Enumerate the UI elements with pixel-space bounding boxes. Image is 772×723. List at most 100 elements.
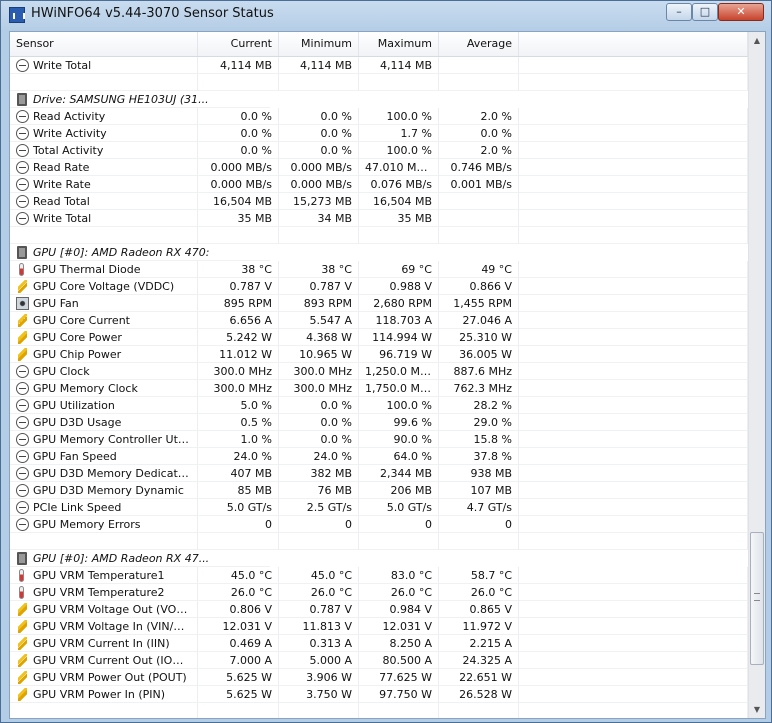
- sensor-row[interactable]: GPU Memory Errors 0 0 0 0: [10, 516, 748, 533]
- sensor-row[interactable]: Read Rate 0.000 MB/s 0.000 MB/s 47.010 MB/s…: [10, 159, 748, 176]
- close-button[interactable]: ✕: [718, 3, 764, 21]
- sensor-name: GPU VRM Temperature2: [10, 584, 198, 601]
- sensor-name: GPU VRM Temperature1: [10, 567, 198, 584]
- sensor-row[interactable]: GPU Chip Power 11.012 W 10.965 W 96.719 W 36…: [10, 346, 748, 363]
- sensor-row[interactable]: GPU VRM Voltage Out (VOUT/V... 0.806 V 0.7…: [10, 601, 748, 618]
- average-value: 29.0 %: [439, 414, 519, 431]
- sensor-row[interactable]: GPU VRM Temperature1 45.0 °C 45.0 °C 83.0 °…: [10, 567, 748, 584]
- sensor-group-row[interactable]: GPU [#0]: AMD Radeon RX 470:: [10, 244, 748, 261]
- minimum-value: 2.5 GT/s: [279, 499, 359, 516]
- sensor-row[interactable]: GPU Core Voltage (VDDC) 0.787 V 0.787 V 0.9…: [10, 278, 748, 295]
- column-header-sensor[interactable]: Sensor: [10, 32, 198, 56]
- sensor-row[interactable]: GPU Memory Controller Utilization1.0 %0.…: [10, 431, 748, 448]
- empty-cell: [198, 227, 279, 244]
- maximum-value: 114.994 W: [359, 329, 439, 346]
- sensor-row[interactable]: GPU Core Power 5.242 W 4.368 W 114.994 W 25.…: [10, 329, 748, 346]
- sensor-row[interactable]: Write Total 4,114 MB 4,114 MB 4,114 MB: [10, 57, 748, 74]
- maximize-button[interactable]: □: [692, 3, 718, 21]
- sensor-name: GPU D3D Usage: [10, 414, 198, 431]
- sensor-row[interactable]: Write Rate 0.000 MB/s 0.000 MB/s 0.076 MB/s…: [10, 176, 748, 193]
- sensor-row[interactable]: GPU Fan Speed 24.0 % 24.0 % 64.0 % 37.8 %: [10, 448, 748, 465]
- sensor-row[interactable]: GPU D3D Usage 0.5 % 0.0 % 99.6 % 29.0 %: [10, 414, 748, 431]
- current-value: 407 MB: [198, 465, 279, 482]
- maximum-value: 2,344 MB: [359, 465, 439, 482]
- empty-cell: [279, 533, 359, 550]
- average-value: [439, 193, 519, 210]
- vertical-scrollbar[interactable]: ▲ ▼: [748, 32, 765, 718]
- empty-cell: [519, 74, 748, 91]
- sensor-name: Read Total: [10, 193, 198, 210]
- sensor-row[interactable]: GPU Memory Clock 300.0 MHz 300.0 MHz 1,750.…: [10, 380, 748, 397]
- average-value: 58.7 °C: [439, 567, 519, 584]
- sensor-row[interactable]: Read Total 16,504 MB 15,273 MB 16,504 MB: [10, 193, 748, 210]
- current-value: 4,114 MB: [198, 57, 279, 74]
- sensor-row[interactable]: GPU Clock 300.0 MHz 300.0 MHz 1,250.0 MHz 88…: [10, 363, 748, 380]
- sensor-group-row[interactable]: GPU [#0]: AMD Radeon RX 47...: [10, 550, 748, 567]
- sensor-row[interactable]: GPU Utilization 5.0 % 0.0 % 100.0 % 28.2 %: [10, 397, 748, 414]
- sensor-name: Read Activity: [10, 108, 198, 125]
- maximum-value: 64.0 %: [359, 448, 439, 465]
- sensor-name: Write Activity: [10, 125, 198, 142]
- average-value: 27.046 A: [439, 312, 519, 329]
- sensor-row[interactable]: Write Activity 0.0 % 0.0 % 1.7 % 0.0 %: [10, 125, 748, 142]
- minimum-value: 3.906 W: [279, 669, 359, 686]
- sensor-row[interactable]: GPU D3D Memory Dynamic 85 MB 76 MB 206 MB 10…: [10, 482, 748, 499]
- blank-row: [10, 74, 748, 91]
- average-value: 938 MB: [439, 465, 519, 482]
- maximum-value: 100.0 %: [359, 142, 439, 159]
- blank-row: [10, 533, 748, 550]
- empty-cell: [439, 703, 519, 718]
- current-value: 45.0 °C: [198, 567, 279, 584]
- maximum-value: 99.6 %: [359, 414, 439, 431]
- title-bar[interactable]: HWiNFO64 v5.44-3070 Sensor Status – □ ✕: [1, 1, 771, 29]
- sensor-group-row[interactable]: Drive: SAMSUNG HE103UJ (31...: [10, 91, 748, 108]
- scroll-down-button[interactable]: ▼: [749, 701, 765, 718]
- sensor-name: GPU VRM Power Out (POUT): [10, 669, 198, 686]
- sensor-row[interactable]: Write Total 35 MB 34 MB 35 MB: [10, 210, 748, 227]
- column-header-minimum[interactable]: Minimum: [279, 32, 359, 56]
- empty-cell: [519, 635, 748, 652]
- sensor-row[interactable]: GPU Core Current 6.656 A 5.547 A 118.703 A2…: [10, 312, 748, 329]
- empty-cell: [519, 499, 748, 516]
- sensor-row[interactable]: GPU VRM Current Out (IOUT) 7.000 A 5.000 A…: [10, 652, 748, 669]
- column-header-maximum[interactable]: Maximum: [359, 32, 439, 56]
- hwinfo-app-icon[interactable]: [9, 7, 25, 23]
- average-value: 0.865 V: [439, 601, 519, 618]
- current-value: 0.469 A: [198, 635, 279, 652]
- column-header-average[interactable]: Average: [439, 32, 519, 56]
- group-name: GPU [#0]: AMD Radeon RX 470:: [10, 244, 270, 261]
- empty-cell: [519, 261, 748, 278]
- sensor-row[interactable]: GPU VRM Power Out (POUT) 5.625 W 3.906 W 77…: [10, 669, 748, 686]
- sensor-row[interactable]: PCIe Link Speed 5.0 GT/s 2.5 GT/s 5.0 GT/s 4…: [10, 499, 748, 516]
- scroll-up-button[interactable]: ▲: [749, 32, 765, 49]
- sensor-row[interactable]: GPU Thermal Diode 38 °C 38 °C 69 °C 49 °C: [10, 261, 748, 278]
- sensor-row[interactable]: GPU D3D Memory Dedicated 407 MB 382 MB 2,34…: [10, 465, 748, 482]
- minimum-value: 5.547 A: [279, 312, 359, 329]
- maximum-value: 0: [359, 516, 439, 533]
- column-header-current[interactable]: Current: [198, 32, 279, 56]
- current-value: 0.0 %: [198, 108, 279, 125]
- empty-cell: [519, 380, 748, 397]
- sensor-row[interactable]: GPU VRM Power In (PIN) 5.625 W 3.750 W 97.7…: [10, 686, 748, 703]
- empty-cell: [519, 618, 748, 635]
- minimum-value: 3.750 W: [279, 686, 359, 703]
- sensor-row[interactable]: Total Activity 0.0 % 0.0 % 100.0 % 2.0 %: [10, 142, 748, 159]
- sensor-row[interactable]: GPU VRM Temperature2 26.0 °C 26.0 °C 26.0 °…: [10, 584, 748, 601]
- sensor-row[interactable]: GPU Fan 895 RPM 893 RPM 2,680 RPM 1,455 RPM: [10, 295, 748, 312]
- sensor-row[interactable]: Read Activity 0.0 % 0.0 % 100.0 % 2.0 %: [10, 108, 748, 125]
- empty-cell: [519, 584, 748, 601]
- sensor-row[interactable]: GPU VRM Current In (IIN) 0.469 A 0.313 A 8.…: [10, 635, 748, 652]
- minimum-value: 0.787 V: [279, 278, 359, 295]
- maximum-value: 8.250 A: [359, 635, 439, 652]
- minimum-value: 300.0 MHz: [279, 380, 359, 397]
- minimum-value: 0.000 MB/s: [279, 159, 359, 176]
- empty-cell: [519, 669, 748, 686]
- minimize-button[interactable]: –: [666, 3, 692, 21]
- empty-cell: [519, 363, 748, 380]
- scroll-thumb[interactable]: [750, 532, 764, 665]
- sensor-name: GPU Memory Clock: [10, 380, 198, 397]
- sensor-row[interactable]: GPU VRM Voltage In (VIN/+12V) 12.031 V 11.…: [10, 618, 748, 635]
- minimum-value: 0: [279, 516, 359, 533]
- minimum-value: 300.0 MHz: [279, 363, 359, 380]
- blank-row: [10, 703, 748, 718]
